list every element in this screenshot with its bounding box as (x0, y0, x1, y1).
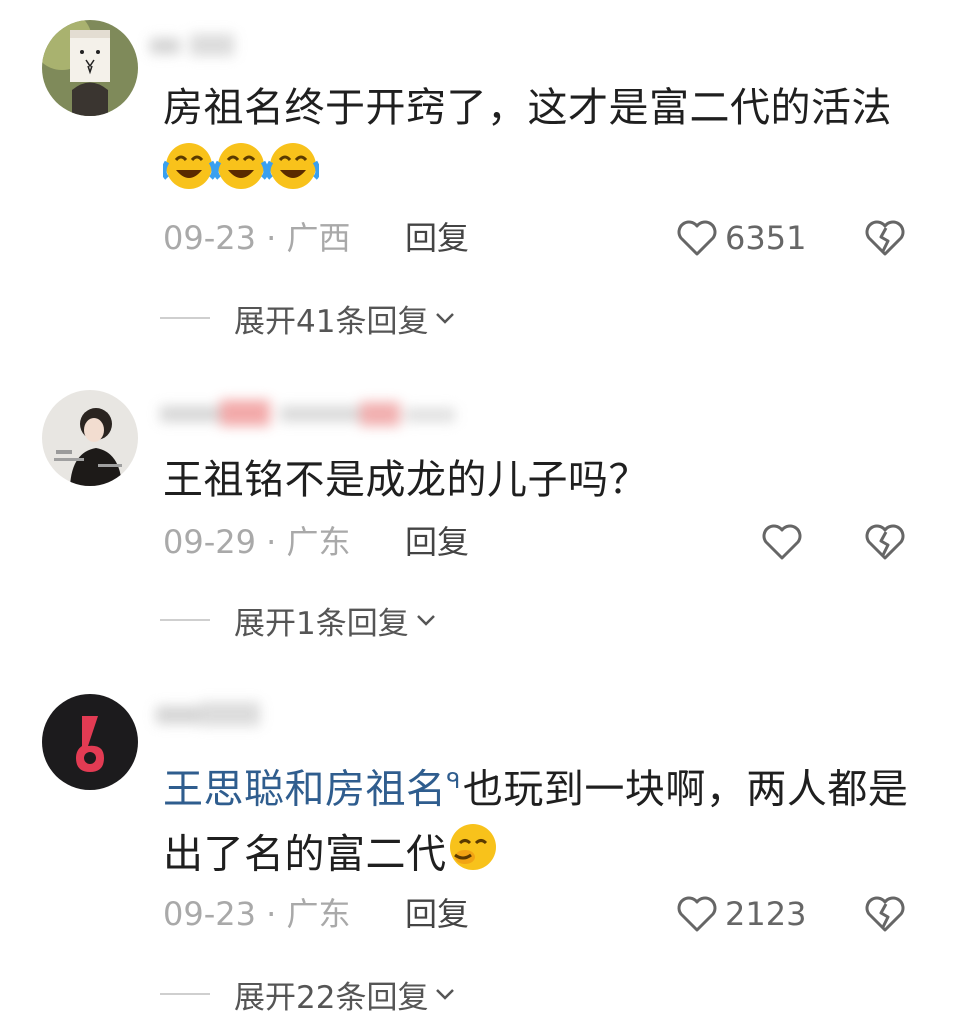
like-button[interactable] (760, 520, 810, 564)
laugh-cry-emoji-icon (161, 140, 321, 211)
avatar[interactable] (42, 694, 138, 790)
reply-button[interactable]: 回复 (405, 520, 469, 564)
comment-location: 广东 (286, 523, 351, 561)
avatar[interactable] (42, 390, 138, 486)
comment-text: 王祖铭不是成龙的儿子吗？ (163, 448, 923, 512)
like-count: 2123 (725, 895, 807, 933)
comment-date: 09-23 (163, 219, 256, 257)
broken-heart-icon (865, 896, 905, 932)
expand-replies-button[interactable]: 展开41条回复 (160, 296, 456, 340)
like-button[interactable]: 6351 (675, 216, 806, 260)
expand-replies-label: 展开1条回复 (234, 605, 409, 642)
meta-separator: · (266, 523, 277, 561)
like-button[interactable]: 2123 (675, 892, 806, 936)
meta-separator: · (266, 895, 277, 933)
comment-text: 王思聪和房祖名ᑫ也玩到一块啊，两人都是出了名的富二代 (163, 750, 923, 892)
expand-replies-label: 展开22条回复 (234, 979, 429, 1016)
dislike-button[interactable] (862, 892, 908, 936)
smirk-emoji-icon (447, 821, 499, 892)
comment-date: 09-23 (163, 895, 256, 933)
divider (160, 993, 210, 995)
username-redacted (150, 30, 240, 66)
heart-outline-icon (762, 524, 802, 560)
divider (160, 619, 210, 621)
username-redacted (150, 396, 460, 432)
broken-heart-icon (865, 220, 905, 256)
divider (160, 317, 210, 319)
comment-meta: 09-29 · 广东 (163, 520, 351, 564)
comment-meta: 09-23 · 广东 (163, 892, 351, 936)
username-redacted (150, 698, 270, 734)
comment-location: 广东 (286, 895, 351, 933)
comment-body: 王祖铭不是成龙的儿子吗？ (163, 457, 649, 503)
comment-date: 09-29 (163, 523, 256, 561)
comment-meta: 09-23 · 广西 (163, 216, 351, 260)
chevron-down-icon (436, 989, 455, 1000)
search-icon[interactable]: ᑫ (447, 769, 461, 794)
meta-separator: · (266, 219, 277, 257)
dislike-button[interactable] (862, 216, 908, 260)
expand-replies-button[interactable]: 展开22条回复 (160, 972, 456, 1016)
comment-text: 房祖名终于开窍了，这才是富二代的活法 (161, 76, 923, 211)
expand-replies-label: 展开41条回复 (234, 303, 429, 340)
avatar[interactable] (42, 20, 138, 116)
reply-button[interactable]: 回复 (405, 892, 469, 936)
comment-location: 广西 (286, 219, 351, 257)
chevron-down-icon (416, 615, 435, 626)
dislike-button[interactable] (862, 520, 908, 564)
mention-link[interactable]: 王思聪和房祖名 (163, 766, 447, 812)
heart-outline-icon (677, 220, 717, 256)
comment-body: 房祖名终于开窍了，这才是富二代的活法 (163, 85, 892, 131)
chevron-down-icon (436, 313, 455, 324)
reply-button[interactable]: 回复 (405, 216, 469, 260)
heart-outline-icon (677, 896, 717, 932)
expand-replies-button[interactable]: 展开1条回复 (160, 598, 437, 642)
broken-heart-icon (865, 524, 905, 560)
like-count: 6351 (725, 219, 807, 257)
